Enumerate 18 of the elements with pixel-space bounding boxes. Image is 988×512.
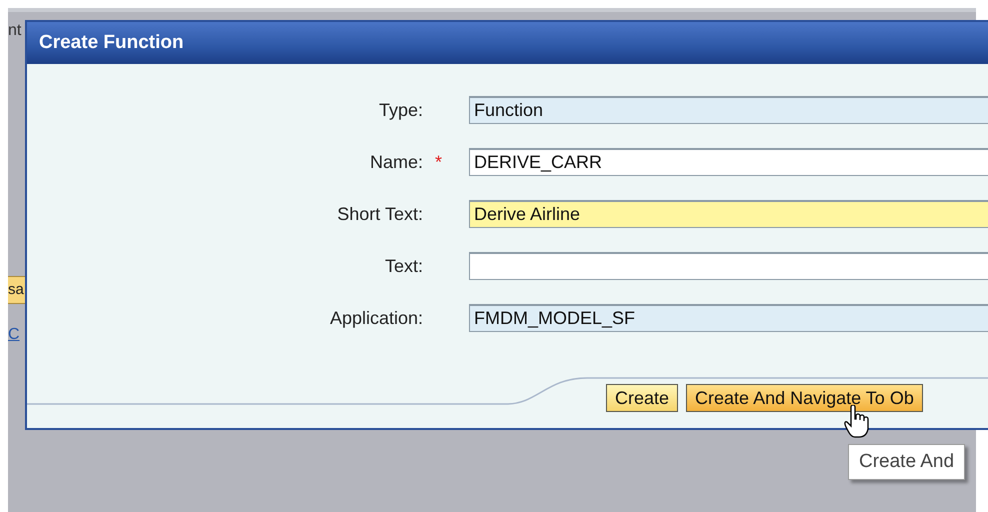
dialog-title: Create Function (39, 32, 184, 54)
field-label: Type: (378, 100, 423, 120)
background-text: nt (8, 22, 22, 40)
dialog-button[interactable]: Create (606, 384, 678, 412)
field-label: Application: (330, 308, 423, 328)
required-mark: * (434, 152, 442, 172)
background-link[interactable]: C (8, 326, 20, 344)
input-field[interactable]: Function (469, 96, 988, 124)
tooltip: Create And (848, 444, 966, 480)
field-label: Short Text: (337, 204, 423, 224)
field-label: Text: (384, 256, 423, 276)
field-label: Name: (370, 152, 423, 172)
input-field[interactable] (469, 252, 988, 280)
input-field[interactable]: DERIVE_CARR (469, 148, 988, 176)
dialog-button[interactable]: Create And Navigate To Ob (686, 384, 923, 412)
background-button[interactable]: sa (8, 276, 25, 304)
input-field[interactable]: FMDM_MODEL_SF (469, 304, 988, 332)
input-field[interactable]: Derive Airline (469, 200, 988, 228)
